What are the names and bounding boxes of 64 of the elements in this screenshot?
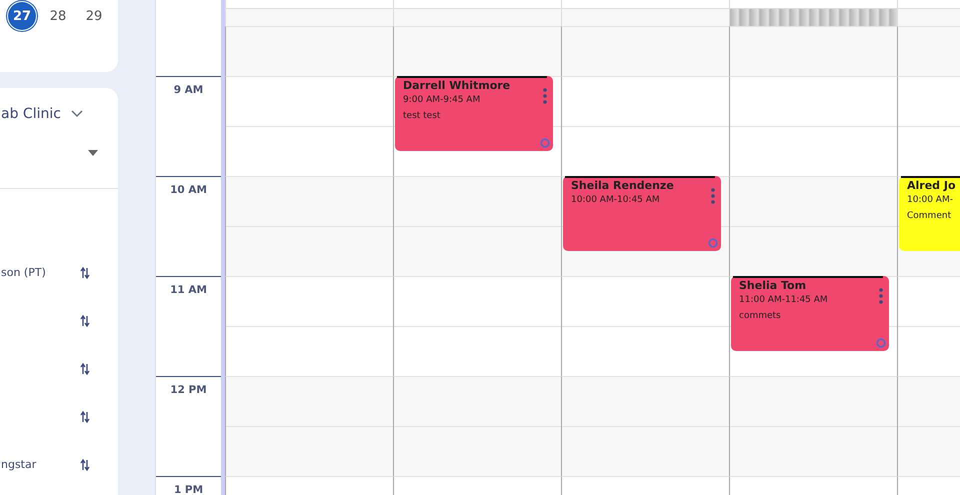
time-slot[interactable] <box>225 376 393 476</box>
all-day-slot[interactable] <box>394 9 561 26</box>
chevron-down-icon[interactable] <box>70 110 83 118</box>
time-label: 12 PM <box>170 384 207 396</box>
circle-icon[interactable] <box>708 238 718 248</box>
date-button[interactable]: 28 <box>44 2 72 30</box>
sort-icon[interactable] <box>80 267 90 279</box>
caret-down-icon[interactable] <box>88 150 98 156</box>
circle-icon[interactable] <box>876 338 886 348</box>
time-slot[interactable] <box>225 176 393 276</box>
all-day-slot[interactable] <box>226 9 393 26</box>
more-icon[interactable] <box>543 88 547 104</box>
time-slot[interactable] <box>561 376 729 476</box>
time-slot[interactable]: Alred Jo 10:00 AM- Comment <box>897 176 960 276</box>
location-label: ab Clinic <box>1 106 61 122</box>
appointment-card[interactable]: Alred Jo 10:00 AM- Comment <box>899 176 960 251</box>
appointment-note: test test <box>403 111 442 121</box>
time-slot[interactable]: Darrell Whitmore 9:00 AM-9:45 AM test test <box>393 76 561 176</box>
more-icon[interactable] <box>711 188 715 204</box>
all-day-slot[interactable] <box>562 9 729 26</box>
time-slot[interactable] <box>729 76 897 176</box>
time-slot[interactable] <box>561 26 729 76</box>
sort-icon[interactable] <box>80 363 90 375</box>
time-slot[interactable] <box>729 26 897 76</box>
circle-icon[interactable] <box>540 138 550 148</box>
appointment-card[interactable]: Shelia Tom 11:00 AM-11:45 AM commets <box>731 276 889 351</box>
time-slot[interactable]: Sheila Rendenze 10:00 AM-10:45 AM <box>561 176 729 276</box>
time-slot[interactable] <box>561 276 729 376</box>
time-slot[interactable] <box>225 276 393 376</box>
appointment-time: 11:00 AM-11:45 AM <box>739 295 829 305</box>
sort-icon[interactable] <box>80 459 90 471</box>
appointment-card[interactable]: Sheila Rendenze 10:00 AM-10:45 AM <box>563 176 721 251</box>
patient-name: Sheila Rendenze <box>571 179 675 192</box>
time-slot[interactable] <box>225 26 393 76</box>
time-slot[interactable] <box>393 376 561 476</box>
appointment-note: commets <box>739 311 782 321</box>
time-slot[interactable] <box>393 276 561 376</box>
time-slot[interactable] <box>729 176 897 276</box>
appointment-time: 10:00 AM- <box>907 195 954 205</box>
patient-name: Shelia Tom <box>739 279 808 292</box>
sort-icon[interactable] <box>80 411 90 423</box>
time-label: 1 PM <box>174 484 204 495</box>
appointment-time: 10:00 AM-10:45 AM <box>571 195 661 205</box>
appointment-note: Comment <box>907 211 952 221</box>
time-slot[interactable] <box>393 26 561 76</box>
time-slot[interactable] <box>561 76 729 176</box>
sort-icon[interactable] <box>80 315 90 327</box>
time-slot[interactable]: Shelia Tom 11:00 AM-11:45 AM commets <box>729 276 897 376</box>
time-label: 9 AM <box>174 84 204 96</box>
provider-name: ngstar <box>1 458 36 471</box>
date-button[interactable]: 29 <box>80 2 108 30</box>
appointment-card[interactable]: Darrell Whitmore 9:00 AM-9:45 AM test test <box>395 76 553 151</box>
time-label: 10 AM <box>170 184 207 196</box>
more-icon[interactable] <box>879 288 883 304</box>
time-slot[interactable] <box>225 76 393 176</box>
provider-name: son (PT) <box>1 266 46 279</box>
time-label: 11 AM <box>170 284 207 296</box>
time-gutter-cell <box>156 0 221 26</box>
appointment-time: 9:00 AM-9:45 AM <box>403 95 482 105</box>
patient-name: Alred Jo <box>907 179 957 192</box>
time-slot[interactable] <box>729 376 897 476</box>
time-slot[interactable] <box>393 176 561 276</box>
date-button[interactable]: 27 <box>8 2 36 30</box>
patient-name: Darrell Whitmore <box>403 79 512 92</box>
